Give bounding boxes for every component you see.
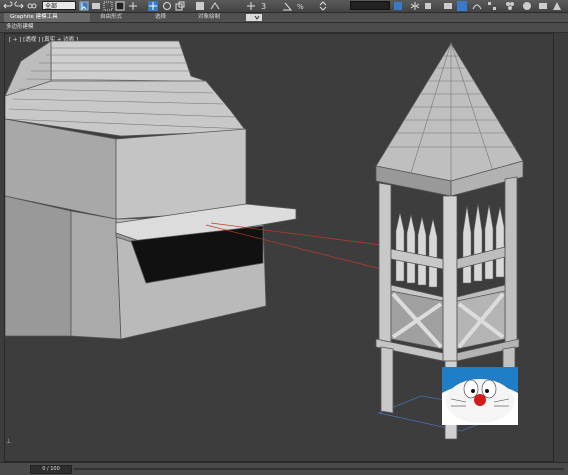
pivot-icon[interactable] — [195, 1, 205, 11]
doraemon-overlay — [442, 367, 518, 425]
angle-snap-icon[interactable] — [282, 1, 292, 11]
snap-toggle-icon[interactable]: 3 — [260, 1, 270, 11]
percent-snap-icon[interactable]: % — [296, 1, 306, 11]
frame-counter[interactable]: 0 / 100 — [30, 465, 72, 474]
ribbon-tabs: Graphite 建模工具 自由形式 选择 对象绘制 — [0, 13, 568, 23]
graphite-icon[interactable] — [457, 1, 467, 11]
main-toolbar: 全部 3 % — [0, 0, 568, 13]
tab-graphite-modeling[interactable]: Graphite 建模工具 — [4, 13, 90, 22]
tab-object-paint[interactable]: 对象绘制 — [198, 13, 220, 22]
house-model — [5, 40, 297, 340]
spinner-snap-icon[interactable] — [318, 1, 328, 11]
named-selection-icon[interactable] — [393, 1, 403, 11]
curve-editor-icon[interactable] — [472, 1, 482, 11]
link-icon[interactable] — [27, 1, 37, 11]
move-gizmo-icon[interactable] — [246, 1, 256, 11]
snap-icon[interactable] — [210, 1, 220, 11]
align-icon[interactable] — [423, 1, 433, 11]
polygon-modeling-label: 多边形建模 — [6, 24, 34, 30]
scale-icon[interactable] — [175, 1, 185, 11]
select-by-name-icon[interactable] — [91, 1, 101, 11]
tab-freeform[interactable]: 自由形式 — [100, 13, 122, 22]
selection-filter-dropdown[interactable]: 全部 — [42, 1, 76, 10]
select-icon[interactable] — [79, 1, 89, 11]
schematic-icon[interactable] — [487, 1, 497, 11]
move-active-icon[interactable] — [148, 1, 158, 11]
layer-icon[interactable] — [443, 1, 453, 11]
rotate-icon[interactable] — [162, 1, 172, 11]
undo-icon[interactable] — [3, 1, 13, 11]
material-editor-icon[interactable] — [505, 1, 515, 11]
move-icon[interactable] — [128, 1, 138, 11]
svg-text:%: % — [297, 3, 304, 11]
redo-icon[interactable] — [14, 1, 24, 11]
render-icon[interactable] — [552, 1, 562, 11]
select-region-icon[interactable] — [103, 1, 113, 11]
polygon-modeling-panel[interactable]: 多边形建模 — [0, 23, 568, 33]
svg-text:3: 3 — [261, 2, 266, 11]
axis-gizmo-icon: ⊥ — [6, 438, 12, 445]
timeline-slider[interactable] — [74, 468, 564, 470]
named-selection-dropdown[interactable] — [350, 1, 390, 10]
render-setup-icon[interactable] — [522, 1, 532, 11]
window-crossing-icon[interactable] — [115, 1, 125, 11]
mirror-icon[interactable] — [410, 1, 420, 11]
rendered-frame-icon[interactable] — [538, 1, 548, 11]
scene-render — [5, 40, 524, 440]
tab-selection[interactable]: 选择 — [155, 13, 166, 22]
perspective-viewport[interactable]: [ + ] [透视 ] [真实 + 边面 ] — [4, 33, 554, 462]
ribbon-minimize-icon[interactable] — [246, 14, 262, 21]
timeline-bar[interactable]: 0 / 100 — [0, 462, 568, 475]
